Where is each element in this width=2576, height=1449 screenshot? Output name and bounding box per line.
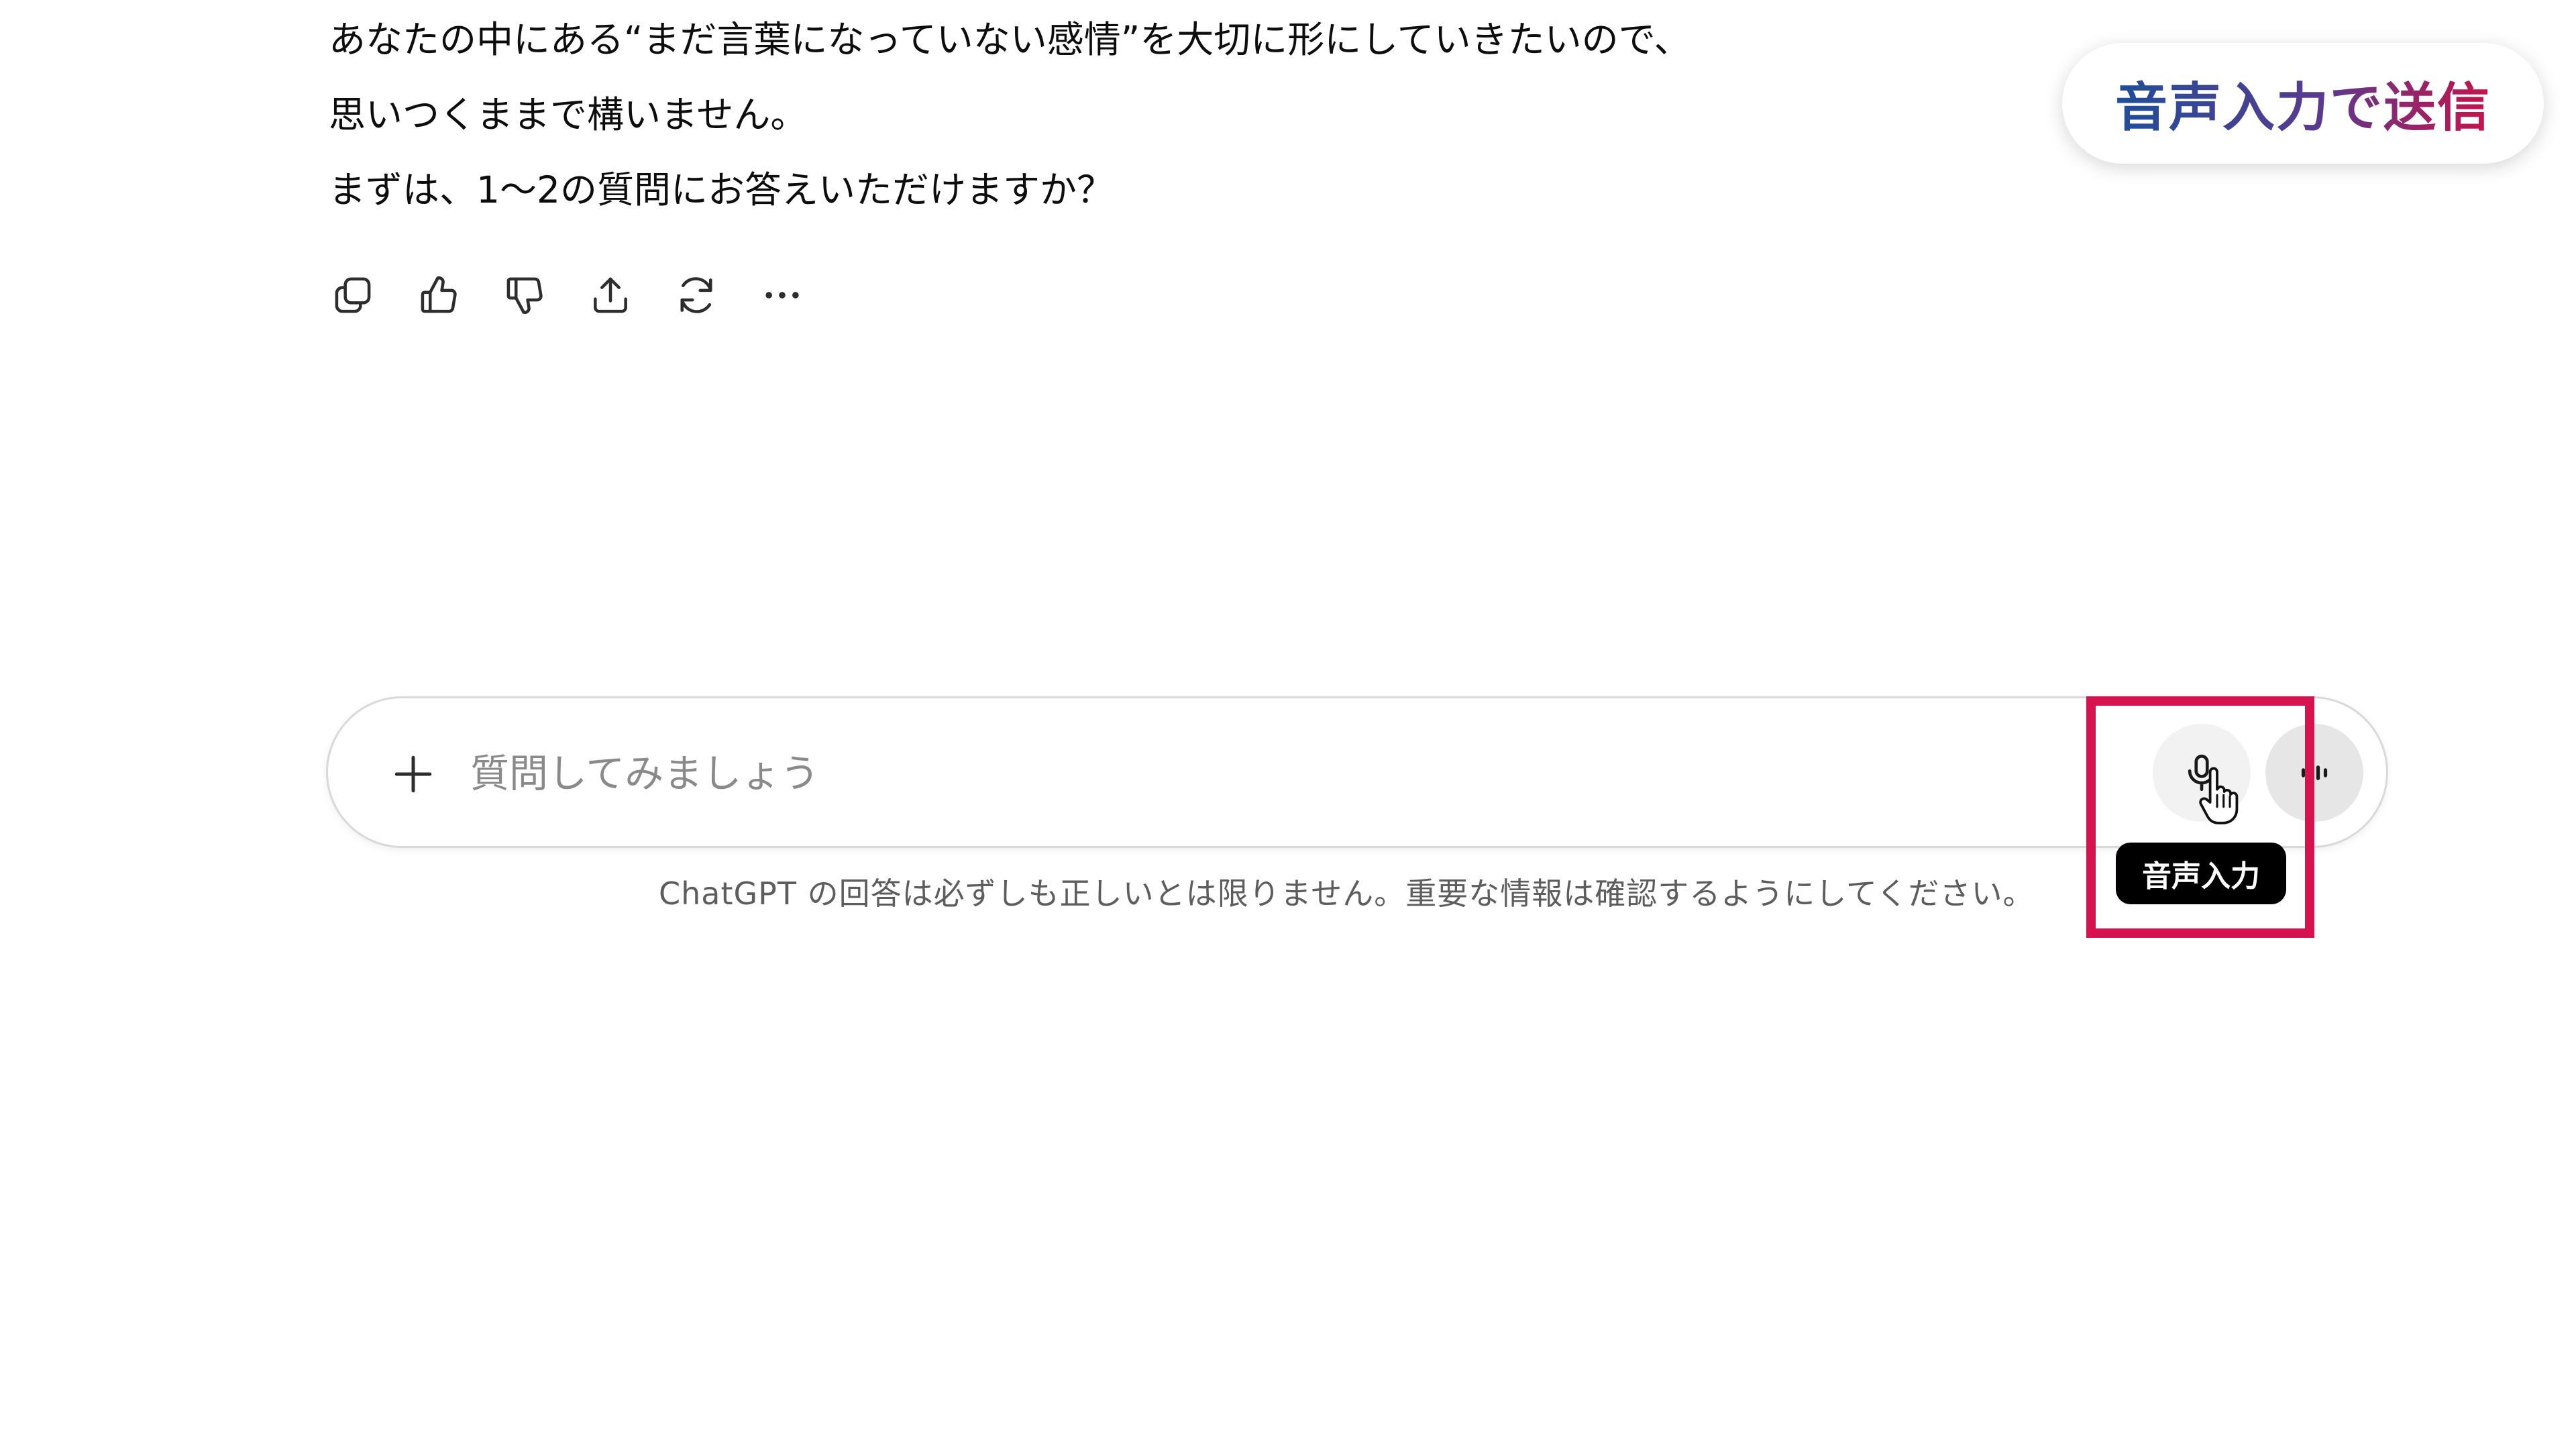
regenerate-icon (680, 277, 712, 313)
share-button[interactable] (586, 271, 635, 319)
copy-button[interactable] (329, 271, 377, 319)
assistant-message-line-3: まずは、1〜2の質問にお答えいただけますか？ (329, 168, 1114, 211)
prompt-composer (326, 696, 2388, 848)
thumbs-down-icon (506, 277, 543, 314)
voice-send-badge: 音声入力で送信 (2062, 43, 2544, 164)
more-icon (765, 292, 799, 299)
plus-icon (394, 755, 432, 793)
highlight-box (2086, 696, 2314, 938)
regenerate-button[interactable] (672, 271, 720, 319)
attach-button[interactable] (383, 744, 443, 804)
disclaimer-text: ChatGPT の回答は必ずしも正しいとは限りません。重要な情報は確認するように… (659, 875, 2035, 912)
assistant-message-line-2: 思いつくままで構いません。 (329, 93, 808, 136)
more-options-button[interactable] (758, 271, 806, 319)
prompt-input[interactable] (469, 736, 2350, 811)
thumbs-down-button[interactable] (500, 271, 549, 319)
assistant-message-line-1: あなたの中にある“まだ言葉になっていない感情”を大切に形にしていきたいので、 (329, 18, 1691, 61)
share-icon (594, 277, 627, 313)
thumbs-up-icon (421, 276, 457, 313)
copy-icon (335, 277, 371, 313)
message-actions-bar (329, 271, 806, 319)
thumbs-up-button[interactable] (415, 271, 463, 319)
voice-send-badge-label: 音声入力で送信 (2115, 66, 2491, 141)
